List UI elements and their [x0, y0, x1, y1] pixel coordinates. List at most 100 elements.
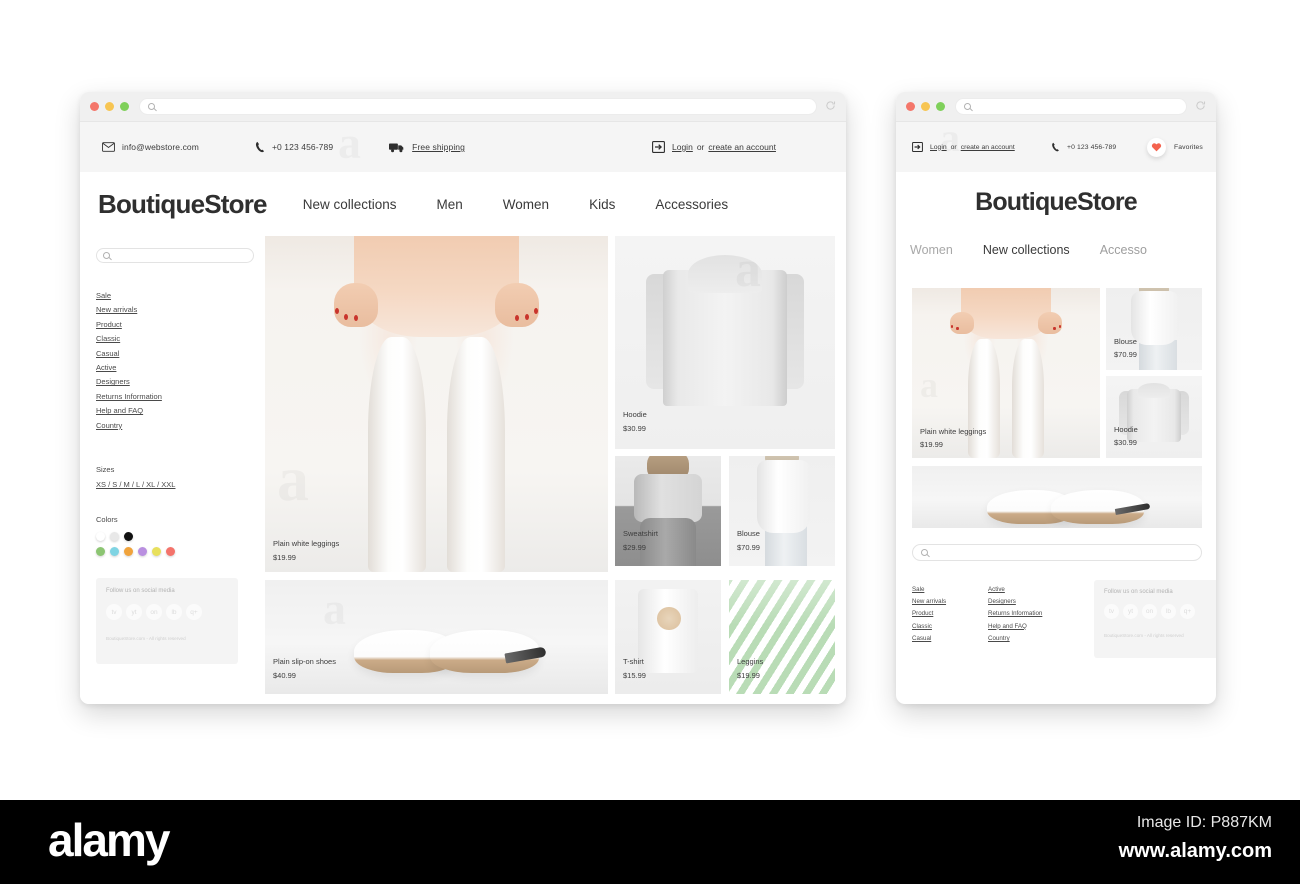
sidebar-item-new-arrivals[interactable]: New arrivals [96, 303, 254, 317]
social-icon-yt[interactable]: yt [1123, 604, 1138, 619]
window-controls[interactable] [906, 102, 945, 111]
social-icon-lb[interactable]: lb [166, 604, 182, 621]
contact-phone[interactable]: +0 123 456-789 [1051, 142, 1116, 152]
reload-icon[interactable] [825, 98, 836, 116]
footer-link-new-arrivals[interactable]: New arrivals [912, 596, 984, 608]
mail-icon [102, 142, 115, 152]
sidebar-item-country[interactable]: Country [96, 419, 254, 433]
nav-men[interactable]: Men [437, 197, 463, 212]
photo-detail [960, 288, 1052, 339]
product-card-hoodie[interactable]: a Hoodie $30.99 [615, 236, 835, 449]
search-icon [964, 103, 973, 112]
sidebar-item-casual[interactable]: Casual [96, 347, 254, 361]
color-swatch-grey[interactable] [110, 532, 119, 542]
color-swatch-orange[interactable] [124, 547, 133, 557]
phone-icon [1051, 142, 1060, 152]
sidebar-search[interactable] [96, 248, 254, 263]
contact-email[interactable]: info@webstore.com [102, 142, 199, 152]
photo-detail [446, 336, 506, 572]
close-window-button[interactable] [906, 102, 915, 111]
contact-phone-label: +0 123 456-789 [271, 142, 334, 152]
social-icon-yt[interactable]: yt [126, 604, 142, 621]
product-card-tshirt[interactable]: T-shirt $15.99 [615, 580, 721, 694]
create-account-link[interactable]: create an account [708, 142, 776, 152]
minimize-window-button[interactable] [921, 102, 930, 111]
sidebar-item-active[interactable]: Active [96, 361, 254, 375]
site-logo[interactable]: BoutiqueStore [98, 189, 268, 220]
social-icon-on[interactable]: on [1142, 604, 1157, 619]
nav-accessories[interactable]: Accessories [655, 197, 728, 212]
social-icon-qplus[interactable]: q+ [1180, 604, 1195, 619]
social-icon-tv[interactable]: tv [106, 604, 122, 621]
sidebar-item-designers[interactable]: Designers [96, 375, 254, 389]
color-swatch-yellow[interactable] [152, 547, 161, 557]
sidebar-search-input[interactable] [114, 252, 247, 259]
close-window-button[interactable] [90, 102, 99, 111]
footer-link-help-and-faq[interactable]: Help and FAQ [988, 621, 1088, 633]
window-controls[interactable] [90, 102, 129, 111]
maximize-window-button[interactable] [120, 102, 129, 111]
footer-link-active[interactable]: Active [988, 584, 1088, 596]
sidebar-item-product[interactable]: Product [96, 318, 254, 332]
create-account-link[interactable]: create an account [961, 144, 1015, 151]
color-swatch-purple[interactable] [138, 547, 147, 557]
mobile-banner-shoes[interactable] [912, 466, 1202, 528]
contact-phone[interactable]: +0 123 456-789 [255, 141, 333, 153]
free-shipping[interactable]: Free shipping [389, 142, 465, 153]
product-image-hoodie [615, 236, 835, 449]
color-swatch-red[interactable] [166, 547, 175, 557]
sidebar-item-returns-information[interactable]: Returns Information [96, 390, 254, 404]
product-card-hoodie[interactable]: Hoodie $30.99 [1106, 376, 1202, 458]
footer-link-product[interactable]: Product [912, 608, 984, 620]
color-swatch-cyan[interactable] [110, 547, 119, 557]
product-card-plain-slip-on-shoes[interactable]: a Plain slip-on shoes $40.99 [265, 580, 608, 694]
product-card-blouse[interactable]: Blouse $70.99 [729, 456, 835, 566]
reload-icon[interactable] [1195, 98, 1206, 116]
product-name: Blouse [1114, 337, 1137, 346]
maximize-window-button[interactable] [936, 102, 945, 111]
color-swatch-black[interactable] [124, 532, 133, 542]
mobile-search[interactable] [912, 544, 1202, 561]
address-bar[interactable] [139, 98, 817, 115]
desktop-browser-chrome [80, 92, 846, 122]
color-swatch-white[interactable] [96, 532, 105, 542]
social-icons: tv yt on lb q+ [1104, 604, 1216, 619]
nav-new-collections[interactable]: New collections [303, 197, 397, 212]
nav-accessories[interactable]: Accesso [1100, 243, 1147, 257]
stock-watermark-bar: alamy Image ID: P887KM www.alamy.com [0, 800, 1300, 884]
footer-link-designers[interactable]: Designers [988, 596, 1088, 608]
sidebar-item-classic[interactable]: Classic [96, 332, 254, 346]
favorites[interactable]: Favorites [1147, 137, 1203, 157]
site-logo[interactable]: BoutiqueStore [975, 188, 1138, 217]
footer-link-casual[interactable]: Casual [912, 633, 984, 645]
login-create-account[interactable]: Login or create an account [912, 142, 1015, 152]
product-name: Sweatshirt [623, 529, 659, 538]
social-icon-lb[interactable]: lb [1161, 604, 1176, 619]
product-card-plain-white-leggings[interactable]: a Plain white leggings $19.99 [912, 288, 1100, 458]
footer-link-sale[interactable]: Sale [912, 584, 984, 596]
sidebar-item-sale[interactable]: Sale [96, 289, 254, 303]
product-card-blouse[interactable]: Blouse $70.99 [1106, 288, 1202, 370]
product-card-plain-white-leggings[interactable]: a Plain white leggings $19.99 [265, 236, 608, 572]
sizes-value[interactable]: XS / S / M / L / XL / XXL [96, 480, 254, 489]
photo-detail [1011, 339, 1044, 458]
nav-kids[interactable]: Kids [589, 197, 615, 212]
sidebar-item-help-and-faq[interactable]: Help and FAQ [96, 404, 254, 418]
footer-link-country[interactable]: Country [988, 633, 1088, 645]
login-create-account[interactable]: Login or create an account [652, 141, 776, 153]
product-card-leggins[interactable]: Leggins $19.99 [729, 580, 835, 694]
social-icon-on[interactable]: on [146, 604, 162, 621]
desktop-utility-bar: info@webstore.com +0 123 456-789 Free sh… [80, 122, 846, 172]
color-swatch-green[interactable] [96, 547, 105, 557]
mobile-search-input[interactable] [933, 549, 1193, 556]
address-bar[interactable] [955, 98, 1187, 115]
product-card-sweatshirt[interactable]: Sweatshirt $29.99 [615, 456, 721, 566]
nav-women[interactable]: Women [503, 197, 549, 212]
minimize-window-button[interactable] [105, 102, 114, 111]
footer-link-classic[interactable]: Classic [912, 621, 984, 633]
footer-link-returns-information[interactable]: Returns Information [988, 608, 1088, 620]
nav-women[interactable]: Women [910, 243, 953, 257]
social-icon-tv[interactable]: tv [1104, 604, 1119, 619]
nav-new-collections[interactable]: New collections [983, 243, 1070, 257]
social-icon-qplus[interactable]: q+ [186, 604, 202, 621]
